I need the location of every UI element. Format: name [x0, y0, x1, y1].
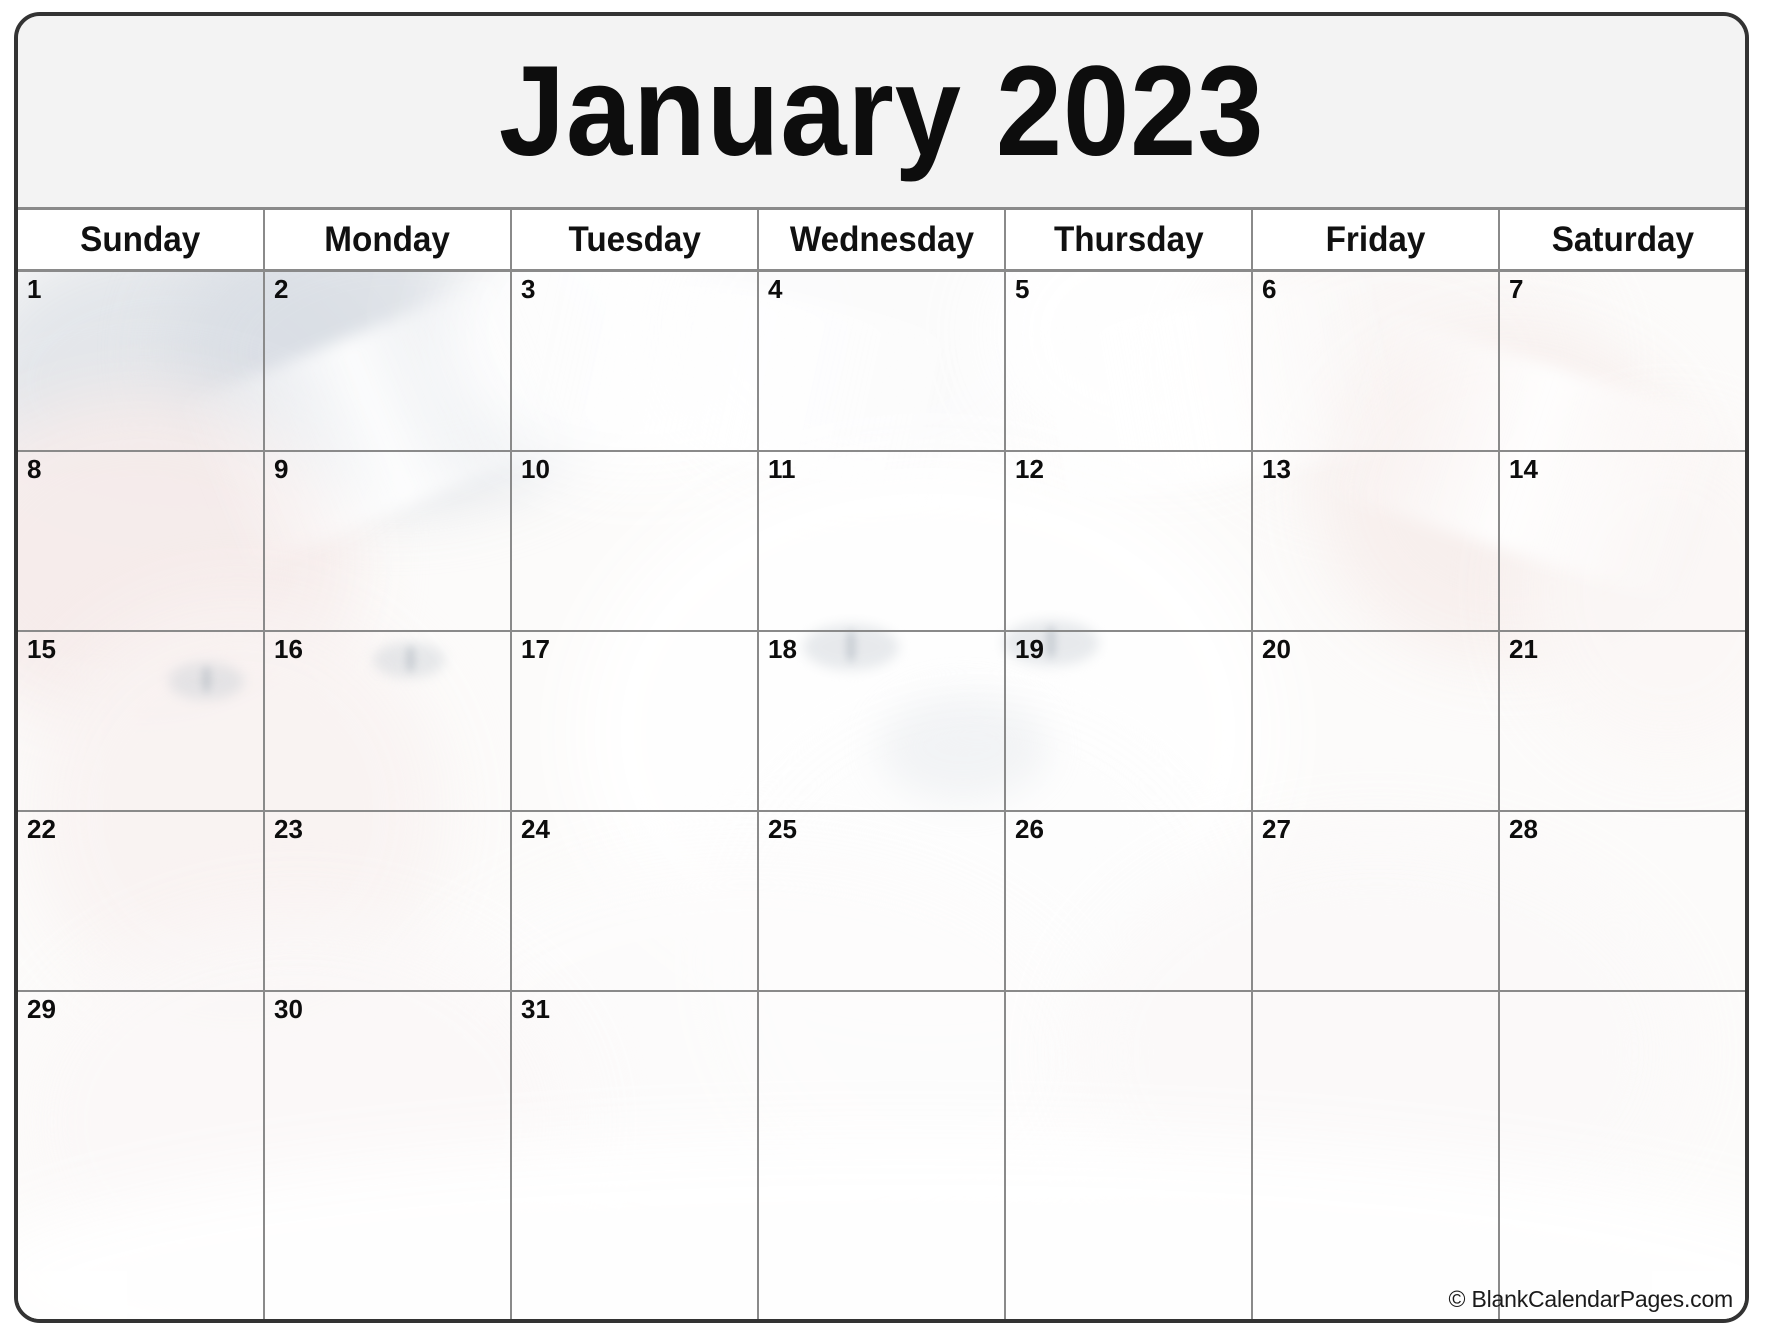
calendar-title-band: January 2023: [18, 16, 1745, 210]
day-number: 14: [1509, 454, 1538, 484]
day-cell[interactable]: 16: [265, 632, 512, 810]
day-cell-empty[interactable]: [1006, 992, 1253, 1319]
day-number: 13: [1262, 454, 1291, 484]
day-number: 26: [1015, 814, 1044, 844]
weekday-label: Friday: [1325, 219, 1426, 259]
day-cell[interactable]: 2: [265, 272, 512, 450]
site-credit: © BlankCalendarPages.com: [1448, 1286, 1734, 1312]
day-number: 8: [27, 454, 42, 484]
day-number: 5: [1015, 274, 1030, 304]
weekday-header-saturday: Saturday: [1500, 210, 1745, 269]
day-number: 18: [768, 634, 797, 664]
weekday-label: Thursday: [1053, 219, 1204, 259]
day-cell[interactable]: 13: [1253, 452, 1500, 630]
day-number: 23: [274, 814, 303, 844]
day-cell[interactable]: 3: [512, 272, 759, 450]
day-number: 28: [1509, 814, 1538, 844]
calendar-week-row: 22 23 24 25 26 27 28: [18, 812, 1745, 992]
day-cell[interactable]: 8: [18, 452, 265, 630]
day-number: 30: [274, 994, 303, 1024]
day-number: 3: [521, 274, 536, 304]
day-cell-empty[interactable]: © BlankCalendarPages.com: [1449, 992, 1745, 1319]
day-number: 15: [27, 634, 56, 664]
day-cell[interactable]: 22: [18, 812, 265, 990]
day-number: 4: [768, 274, 783, 304]
weekday-label: Monday: [324, 219, 451, 259]
day-number: 16: [274, 634, 303, 664]
day-number: 21: [1509, 634, 1538, 664]
calendar-grid: 1 2 3 4 5 6 7 8 9 10 11 12 13 14 15 16 1…: [18, 272, 1745, 1319]
calendar-week-row: 1 2 3 4 5 6 7: [18, 272, 1745, 452]
weekday-header-monday: Monday: [265, 210, 512, 269]
weekday-label: Wednesday: [789, 219, 974, 259]
day-cell[interactable]: 18: [759, 632, 1006, 810]
day-number: 11: [768, 454, 796, 484]
weekday-header-row: Sunday Monday Tuesday Wednesday Thursday…: [18, 210, 1745, 272]
day-number: 24: [521, 814, 550, 844]
weekday-header-friday: Friday: [1253, 210, 1500, 269]
day-number: 27: [1262, 814, 1291, 844]
calendar-weeks: 1 2 3 4 5 6 7 8 9 10 11 12 13 14 15 16 1…: [18, 272, 1745, 1319]
day-cell[interactable]: 11: [759, 452, 1006, 630]
day-cell-empty[interactable]: [1253, 992, 1500, 1319]
day-cell[interactable]: 28: [1500, 812, 1745, 990]
day-cell[interactable]: 14: [1500, 452, 1745, 630]
day-number: 1: [27, 274, 42, 304]
day-number: 2: [274, 274, 289, 304]
day-cell[interactable]: 29: [18, 992, 265, 1319]
day-cell[interactable]: 25: [759, 812, 1006, 990]
day-cell[interactable]: 7: [1500, 272, 1745, 450]
day-number: 6: [1262, 274, 1277, 304]
day-cell[interactable]: 20: [1253, 632, 1500, 810]
day-cell[interactable]: 30: [265, 992, 512, 1319]
day-cell[interactable]: 26: [1006, 812, 1253, 990]
calendar-week-row: 29 30 31 © BlankCalendarPages.com: [18, 992, 1745, 1319]
weekday-header-sunday: Sunday: [18, 210, 265, 269]
day-cell-empty[interactable]: [759, 992, 1006, 1319]
day-cell[interactable]: 31: [512, 992, 759, 1319]
calendar-week-row: 8 9 10 11 12 13 14: [18, 452, 1745, 632]
calendar-frame: January 2023 Sunday Monday Tuesday Wedne…: [14, 12, 1749, 1323]
day-cell[interactable]: 27: [1253, 812, 1500, 990]
weekday-label: Tuesday: [568, 219, 701, 259]
day-number: 19: [1015, 634, 1044, 664]
weekday-header-wednesday: Wednesday: [759, 210, 1006, 269]
day-cell[interactable]: 10: [512, 452, 759, 630]
day-number: 7: [1509, 274, 1524, 304]
page-title: January 2023: [498, 39, 1265, 183]
day-cell[interactable]: 6: [1253, 272, 1500, 450]
day-cell[interactable]: 24: [512, 812, 759, 990]
day-number: 17: [521, 634, 550, 664]
weekday-label: Sunday: [80, 219, 201, 259]
day-number: 22: [27, 814, 56, 844]
day-cell[interactable]: 21: [1500, 632, 1745, 810]
day-cell[interactable]: 5: [1006, 272, 1253, 450]
day-cell[interactable]: 15: [18, 632, 265, 810]
day-number: 25: [768, 814, 797, 844]
day-cell[interactable]: 23: [265, 812, 512, 990]
day-cell[interactable]: 1: [18, 272, 265, 450]
day-cell[interactable]: 9: [265, 452, 512, 630]
day-cell[interactable]: 12: [1006, 452, 1253, 630]
weekday-header-thursday: Thursday: [1006, 210, 1253, 269]
day-number: 31: [521, 994, 550, 1024]
calendar-week-row: 15 16 17 18 19 20 21: [18, 632, 1745, 812]
day-cell[interactable]: 17: [512, 632, 759, 810]
day-number: 12: [1015, 454, 1044, 484]
day-number: 29: [27, 994, 56, 1024]
weekday-header-tuesday: Tuesday: [512, 210, 759, 269]
day-number: 20: [1262, 634, 1291, 664]
day-number: 10: [521, 454, 550, 484]
day-cell[interactable]: 19: [1006, 632, 1253, 810]
day-number: 9: [274, 454, 289, 484]
weekday-label: Saturday: [1551, 219, 1694, 259]
day-cell[interactable]: 4: [759, 272, 1006, 450]
